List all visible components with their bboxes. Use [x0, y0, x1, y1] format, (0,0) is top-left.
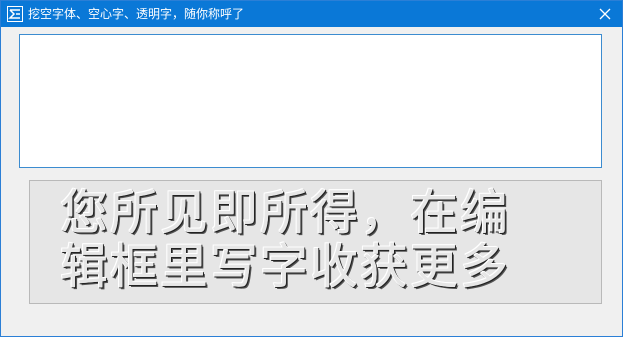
window-title: 挖空字体、空心字、透明字，随你称呼了: [28, 7, 245, 21]
close-button[interactable]: [588, 1, 622, 27]
title-bar[interactable]: 挖空字体、空心字、透明字，随你称呼了: [1, 1, 622, 27]
preview-line-2: 辑框里写字收获更多: [60, 239, 511, 295]
app-icon: [7, 6, 23, 22]
hollow-text-preview: 您所见即所得，在编 辑框里写字收获更多: [29, 180, 602, 304]
preview-line-1: 您所见即所得，在编: [60, 185, 511, 241]
close-icon: [599, 5, 611, 24]
app-window: 挖空字体、空心字、透明字，随你称呼了 您所见即所得，在编 辑框里写字收获更多: [0, 0, 623, 337]
text-edit-box[interactable]: [19, 34, 602, 168]
